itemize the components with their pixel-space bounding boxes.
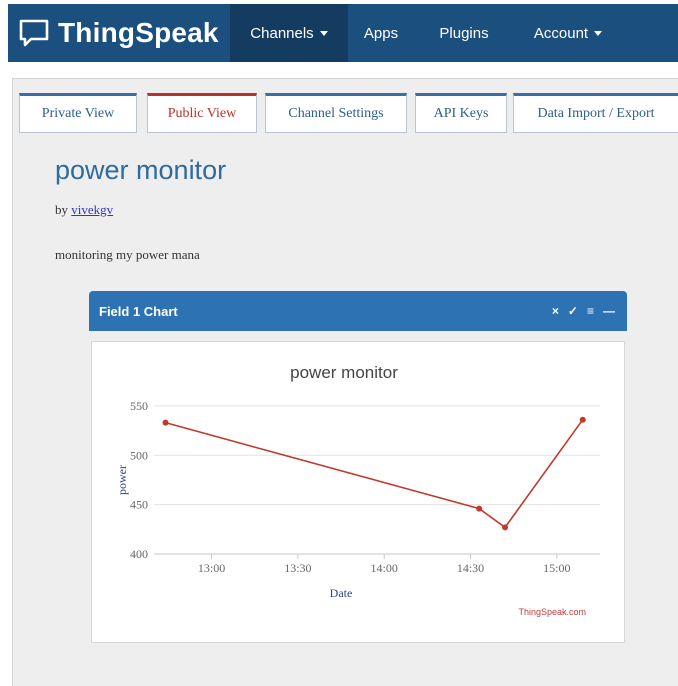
y-axis-ticks: 550 500 450 400 bbox=[130, 399, 148, 561]
tab-channel-settings[interactable]: Channel Settings bbox=[265, 93, 407, 133]
caret-down-icon bbox=[594, 30, 603, 36]
tab-private-view[interactable]: Private View bbox=[19, 93, 137, 133]
channel-byline: by vivekgv bbox=[55, 202, 113, 218]
channel-title: power monitor bbox=[55, 155, 227, 185]
power-chart: power monitor 550 500 450 400 13:00 13:30 14:… bbox=[115, 363, 600, 617]
chart-title: power monitor bbox=[290, 363, 398, 382]
data-point[interactable] bbox=[502, 524, 509, 531]
minimize-icon[interactable]: — bbox=[603, 304, 615, 318]
comment-icon[interactable]: ≡ bbox=[587, 304, 594, 318]
nav-apps[interactable]: Apps bbox=[348, 4, 414, 62]
x-axis-ticks: 13:00 13:30 14:00 14:30 15:00 bbox=[198, 554, 571, 575]
tab-api-keys-label: API Keys bbox=[433, 106, 489, 121]
tab-public-view-label: Public View bbox=[167, 106, 237, 121]
x-tick-label: 13:00 bbox=[198, 561, 225, 575]
nav-plugins[interactable]: Plugins bbox=[422, 4, 506, 62]
tab-channel-settings-label: Channel Settings bbox=[288, 106, 384, 121]
data-point[interactable] bbox=[476, 505, 483, 512]
tab-data-import-export[interactable]: Data Import / Export bbox=[513, 93, 678, 133]
y-tick-label: 550 bbox=[130, 399, 148, 413]
y-tick-label: 400 bbox=[130, 547, 148, 561]
tab-data-import-export-label: Data Import / Export bbox=[537, 106, 655, 121]
y-axis-label: power bbox=[115, 465, 129, 495]
x-tick-label: 14:00 bbox=[371, 561, 398, 575]
series-line bbox=[165, 419, 584, 529]
widget-title: Field 1 Chart bbox=[99, 303, 178, 319]
data-point[interactable] bbox=[162, 419, 169, 426]
nav-channels[interactable]: Channels bbox=[230, 4, 348, 62]
channel-description: monitoring my power mana bbox=[55, 247, 200, 262]
edit-icon[interactable]: ✓ bbox=[568, 304, 578, 318]
brand[interactable]: ThingSpeak bbox=[18, 4, 219, 62]
x-axis-label: Date bbox=[330, 586, 353, 600]
nav-account[interactable]: Account bbox=[516, 4, 620, 62]
top-navbar: ThingSpeak Channels Apps Plugins Account bbox=[8, 4, 678, 62]
y-tick-label: 450 bbox=[130, 498, 148, 512]
tab-public-view[interactable]: Public View bbox=[147, 93, 257, 133]
close-icon[interactable]: × bbox=[552, 304, 559, 318]
tab-private-view-label: Private View bbox=[41, 106, 115, 121]
chat-bubble-icon bbox=[18, 18, 50, 48]
y-tick-label: 500 bbox=[130, 448, 148, 462]
x-tick-label: 14:30 bbox=[457, 561, 484, 575]
nav-apps-label: Apps bbox=[363, 24, 399, 42]
x-tick-label: 15:00 bbox=[543, 561, 570, 575]
field-1-chart-body: power monitor 550 500 450 400 13:00 13:30 14:… bbox=[91, 341, 625, 643]
data-point[interactable] bbox=[579, 416, 586, 423]
byline-prefix: by bbox=[55, 202, 68, 217]
nav-account-label: Account bbox=[533, 24, 589, 42]
author-link[interactable]: vivekgv bbox=[71, 202, 113, 217]
channel-page: Private View Public View Channel Setting… bbox=[12, 78, 678, 686]
chart-credit-link[interactable]: ThingSpeak.com bbox=[518, 607, 586, 617]
x-tick-label: 13:30 bbox=[284, 561, 311, 575]
field-1-chart-header: Field 1 Chart × ✓ ≡ — bbox=[89, 291, 627, 331]
nav-plugins-label: Plugins bbox=[439, 24, 489, 42]
caret-down-icon bbox=[319, 30, 328, 36]
widget-tools: × ✓ ≡ — bbox=[552, 291, 615, 331]
tab-api-keys[interactable]: API Keys bbox=[415, 93, 507, 133]
nav-channels-label: Channels bbox=[250, 24, 314, 42]
app-frame: ThingSpeak Channels Apps Plugins Account… bbox=[0, 0, 678, 686]
brand-name: ThingSpeak bbox=[58, 17, 219, 48]
series-power bbox=[162, 416, 586, 531]
